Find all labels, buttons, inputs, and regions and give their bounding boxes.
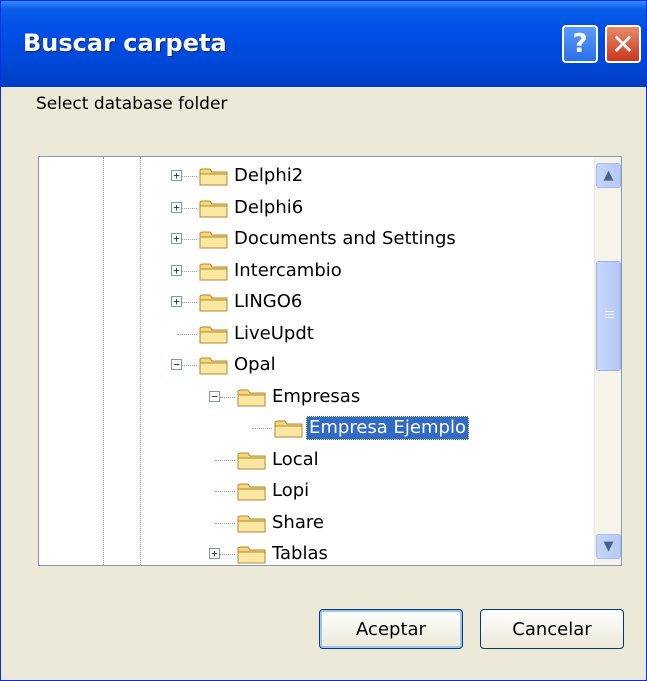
folder-icon (199, 324, 229, 344)
help-icon: ? (572, 29, 588, 59)
prompt-text: Select database folder (36, 94, 228, 114)
folder-icon (199, 292, 229, 312)
dialog-title: Buscar carpeta (23, 29, 227, 57)
folder-icon (237, 544, 267, 564)
folder-icon (199, 261, 229, 281)
tree-item[interactable]: + Intercambio (39, 255, 594, 287)
tree-item[interactable]: + LINGO6 (39, 286, 594, 318)
expand-icon[interactable]: + (171, 201, 182, 213)
tree-item[interactable]: Lopi (39, 475, 594, 507)
close-button[interactable]: ✕ (605, 25, 641, 63)
grip-line (605, 317, 614, 318)
folder-tree-viewport: + Delphi2 + Delphi6 + Documents and Settings +… (39, 157, 594, 565)
folder-tree[interactable]: + Delphi2 + Delphi6 + Documents and Settings +… (38, 156, 622, 566)
browse-folder-dialog: Buscar carpeta ? ✕ Select database folde… (0, 0, 647, 681)
folder-icon (237, 513, 267, 533)
folder-icon (199, 166, 229, 186)
tree-item[interactable]: + Delphi6 (39, 192, 594, 224)
tree-item-label[interactable]: LiveUpdt (231, 322, 317, 346)
folder-icon (199, 198, 229, 218)
tree-item[interactable]: Local (39, 444, 594, 476)
scroll-down-button[interactable]: ▼ (596, 534, 621, 559)
tree-item-label[interactable]: Share (269, 511, 327, 535)
grip-line (605, 314, 614, 315)
tree-connector (177, 333, 197, 335)
tree-item[interactable]: − Empresas (39, 381, 594, 413)
tree-item[interactable]: LiveUpdt (39, 318, 594, 350)
folder-icon (199, 229, 229, 249)
tree-connector (215, 491, 235, 492)
grip-line (605, 311, 614, 312)
help-button[interactable]: ? (562, 25, 598, 63)
tree-connector (215, 459, 235, 461)
tree-connector (252, 428, 272, 429)
scroll-thumb[interactable] (596, 261, 621, 371)
expand-icon[interactable]: + (171, 264, 182, 276)
folder-icon (237, 450, 267, 470)
tree-item-label[interactable]: Delphi2 (231, 164, 306, 188)
title-bar[interactable]: Buscar carpeta ? ✕ (1, 1, 646, 87)
folder-icon (237, 481, 267, 501)
tree-item[interactable]: − Opal (39, 349, 594, 381)
ok-button[interactable]: Aceptar (319, 609, 463, 649)
tree-item[interactable]: Empresa Ejemplo (39, 412, 594, 444)
tree-item-label[interactable]: Tablas (269, 542, 331, 565)
tree-item-label[interactable]: Opal (231, 353, 279, 377)
tree-connector (215, 522, 235, 524)
tree-item-label[interactable]: Intercambio (231, 259, 345, 283)
tree-item[interactable]: Share (39, 507, 594, 539)
folder-open-icon (237, 387, 267, 407)
tree-item[interactable]: + Delphi2 (39, 160, 594, 192)
expand-icon[interactable]: + (171, 233, 182, 244)
tree-item-label[interactable]: Lopi (269, 479, 312, 503)
cancel-button[interactable]: Cancelar (480, 609, 624, 649)
tree-item-label[interactable]: LINGO6 (231, 290, 305, 314)
tree-item[interactable]: + Tablas (39, 538, 594, 565)
chevron-up-icon: ▲ (603, 168, 614, 183)
expand-icon[interactable]: + (171, 296, 182, 307)
tree-item[interactable]: + Documents and Settings (39, 223, 594, 255)
tree-item-label[interactable]: Empresa Ejemplo (306, 416, 469, 440)
chevron-down-icon: ▼ (603, 539, 614, 554)
folder-open-icon (199, 355, 229, 375)
expand-icon[interactable]: + (171, 170, 182, 181)
expand-icon[interactable]: + (209, 548, 220, 559)
tree-item-label[interactable]: Local (269, 448, 322, 472)
tree-item-label[interactable]: Delphi6 (231, 196, 306, 220)
tree-item-label[interactable]: Empresas (269, 385, 363, 409)
folder-open-icon (274, 418, 304, 438)
vertical-scrollbar[interactable]: ▲ ▼ (594, 157, 621, 565)
scroll-up-button[interactable]: ▲ (596, 163, 621, 188)
close-icon: ✕ (611, 27, 635, 61)
tree-item-label[interactable]: Documents and Settings (231, 227, 459, 251)
collapse-icon[interactable]: − (171, 359, 182, 370)
collapse-icon[interactable]: − (209, 390, 220, 402)
